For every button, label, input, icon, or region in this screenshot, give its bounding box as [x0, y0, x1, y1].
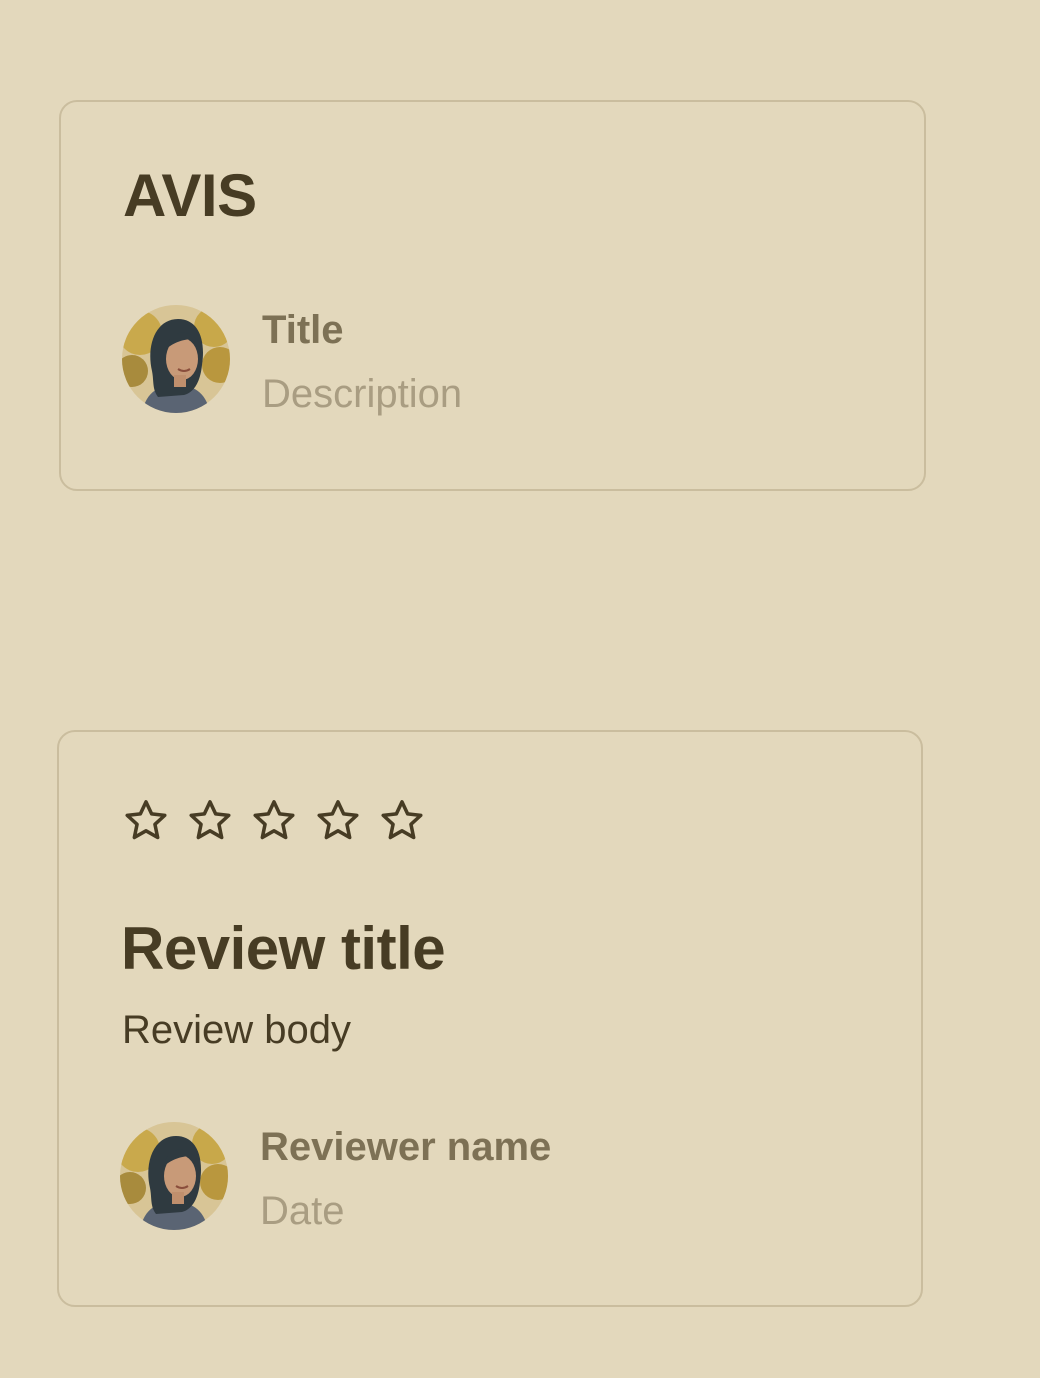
star-outline-icon[interactable] [185, 796, 235, 846]
star-rating[interactable] [121, 796, 427, 846]
avatar [122, 305, 230, 413]
star-outline-icon[interactable] [313, 796, 363, 846]
avatar-image [122, 305, 230, 413]
star-outline-icon[interactable] [377, 796, 427, 846]
review-card: Review title Review body Reviewer name D… [57, 730, 923, 1307]
card-heading: AVIS [123, 162, 257, 229]
star-outline-icon[interactable] [249, 796, 299, 846]
review-date: Date [260, 1189, 345, 1233]
avis-card: AVIS Title Description [59, 100, 926, 491]
profile-title: Title [262, 308, 344, 352]
review-body: Review body [122, 1008, 352, 1052]
reviewer-row: Reviewer name Date [120, 1121, 551, 1231]
star-outline-icon[interactable] [121, 796, 171, 846]
profile-description: Description [262, 372, 463, 416]
reviewer-name: Reviewer name [260, 1125, 552, 1169]
review-title: Review title [121, 915, 446, 982]
avatar-image [120, 1122, 228, 1230]
profile-row: Title Description [122, 304, 462, 414]
avatar [120, 1122, 228, 1230]
